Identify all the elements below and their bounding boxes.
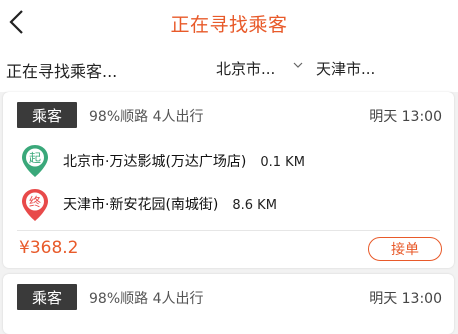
from-address: 北京市·万达影城(万达广场店) <box>63 154 247 170</box>
top-nav-bar: 正在寻找乘客 <box>0 0 458 44</box>
to-distance: 8.6 KM <box>232 198 277 213</box>
end-pin-icon: 终 <box>22 189 48 221</box>
chevron-down-icon[interactable] <box>293 60 303 70</box>
to-address-row: 天津市·新安花园(南城街) 8.6 KM <box>63 194 277 214</box>
to-address: 天津市·新安花园(南城街) <box>63 197 219 213</box>
departure-time: 明天 13:00 <box>369 109 442 125</box>
card-divider <box>17 230 440 231</box>
from-city-selector[interactable]: 北京市... <box>216 58 275 79</box>
order-price: ¥368.2 <box>19 238 79 258</box>
start-pin-label: 起 <box>29 151 41 165</box>
order-meta: 98%顺路 4人出行 <box>89 291 204 307</box>
order-card[interactable]: 乘客 98%顺路 4人出行 明天 13:00 起 北京市·万达影城(万达广场店)… <box>3 92 454 268</box>
departure-time: 明天 13:00 <box>369 291 442 307</box>
accept-order-button[interactable]: 接单 <box>368 237 442 261</box>
from-distance: 0.1 KM <box>260 155 305 170</box>
passenger-tag: 乘客 <box>17 284 77 310</box>
passenger-tag: 乘客 <box>17 102 77 128</box>
end-pin-label: 终 <box>29 194 41 209</box>
start-pin-icon: 起 <box>22 145 48 177</box>
filter-bar: 正在寻找乘客... 北京市... 天津市... <box>0 44 458 92</box>
page-title: 正在寻找乘客 <box>170 14 288 36</box>
from-address-row: 北京市·万达影城(万达广场店) 0.1 KM <box>63 151 305 171</box>
order-meta: 98%顺路 4人出行 <box>89 109 204 125</box>
search-status-text: 正在寻找乘客... <box>6 62 118 81</box>
to-city-selector[interactable]: 天津市... <box>316 58 375 79</box>
order-card[interactable]: 乘客 98%顺路 4人出行 明天 13:00 <box>3 274 454 334</box>
